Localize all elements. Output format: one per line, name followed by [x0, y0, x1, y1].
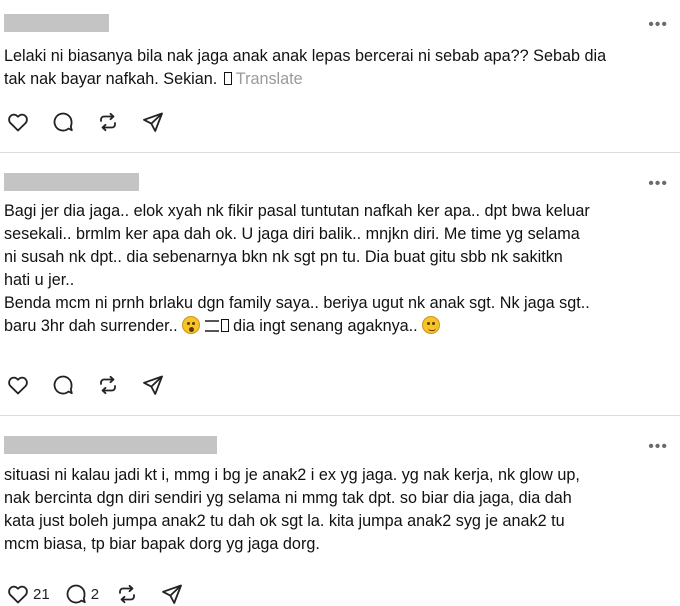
post-2: ••• Bagi jer dia jaga.. elok xyah nk fik…: [0, 153, 680, 415]
reply-button[interactable]: 2: [64, 582, 99, 606]
post-text: Bagi jer dia jaga.. elok xyah nk fikir p…: [4, 200, 670, 338]
post-text-line: nak bercinta dgn diri sendiri yg selama …: [4, 489, 572, 507]
more-options-icon[interactable]: •••: [648, 17, 668, 33]
share-button[interactable]: [141, 110, 165, 134]
heart-icon: [8, 113, 28, 132]
share-icon: [143, 375, 163, 395]
like-button[interactable]: [6, 373, 30, 397]
post-actions: [6, 109, 186, 135]
post-text: Lelaki ni biasanya bila nak jaga anak an…: [4, 45, 670, 91]
username-redacted[interactable]: [4, 14, 109, 32]
comment-icon: [66, 584, 86, 604]
username-redacted[interactable]: [4, 436, 217, 454]
unsupported-glyph-icon: [223, 72, 232, 85]
wind-emoji-icon: [204, 320, 219, 332]
post-text-line: tak nak bayar nafkah. Sekian. Translate: [4, 70, 303, 88]
reply-button[interactable]: [51, 373, 75, 397]
post-text-line: mcm biasa, tp biar bapak dorg yg jaga do…: [4, 535, 320, 553]
repost-icon: [100, 112, 116, 132]
post-actions: 21 2: [6, 581, 205, 606]
post-text-line: Bagi jer dia jaga.. elok xyah nk fikir p…: [4, 202, 590, 220]
post-text-line: baru 3hr dah surrender.. dia ingt senang…: [4, 315, 670, 338]
post-text-line: Benda mcm ni prnh brlaku dgn family saya…: [4, 294, 590, 312]
reply-button[interactable]: [51, 110, 75, 134]
like-button[interactable]: [6, 110, 30, 134]
post-text-line: situasi ni kalau jadi kt i, mmg i bg je …: [4, 466, 580, 484]
share-button[interactable]: [160, 582, 184, 606]
username-redacted[interactable]: [4, 173, 139, 191]
repost-icon: [100, 375, 116, 395]
repost-button[interactable]: [96, 110, 120, 134]
more-options-icon[interactable]: •••: [648, 176, 668, 192]
repost-button[interactable]: [96, 373, 120, 397]
post-text: situasi ni kalau jadi kt i, mmg i bg je …: [4, 464, 670, 556]
share-icon: [162, 584, 182, 604]
post-3: ••• situasi ni kalau jadi kt i, mmg i bg…: [0, 416, 680, 606]
post-actions: [6, 372, 186, 398]
unsupported-glyph-icon: [220, 319, 229, 332]
reply-count: 2: [90, 585, 100, 603]
comment-icon: [53, 375, 73, 395]
comment-icon: [53, 112, 73, 132]
surprised-emoji-icon: [182, 316, 201, 334]
heart-icon: [8, 585, 28, 604]
repost-button[interactable]: [115, 582, 139, 606]
post-text-line: hati u jer..: [4, 271, 75, 289]
like-count: 21: [33, 585, 50, 603]
smirk-emoji-icon: [422, 316, 441, 334]
repost-icon: [119, 584, 135, 604]
translate-link[interactable]: Translate: [236, 70, 303, 88]
post-text-line: sesekali.. brmlm ker apa dah ok. U jaga …: [4, 225, 580, 243]
like-button[interactable]: 21: [6, 582, 50, 606]
post-text-line: ni susah nk dpt.. dia sebenarnya bkn nk …: [4, 248, 563, 266]
share-icon: [143, 112, 163, 132]
post-text-line: kata just boleh jumpa anak2 tu dah ok sg…: [4, 512, 565, 530]
share-button[interactable]: [141, 373, 165, 397]
more-options-icon[interactable]: •••: [648, 439, 668, 455]
post-text-line: Lelaki ni biasanya bila nak jaga anak an…: [4, 47, 607, 65]
heart-icon: [8, 376, 28, 395]
post-1: ••• Lelaki ni biasanya bila nak jaga ana…: [0, 0, 680, 152]
